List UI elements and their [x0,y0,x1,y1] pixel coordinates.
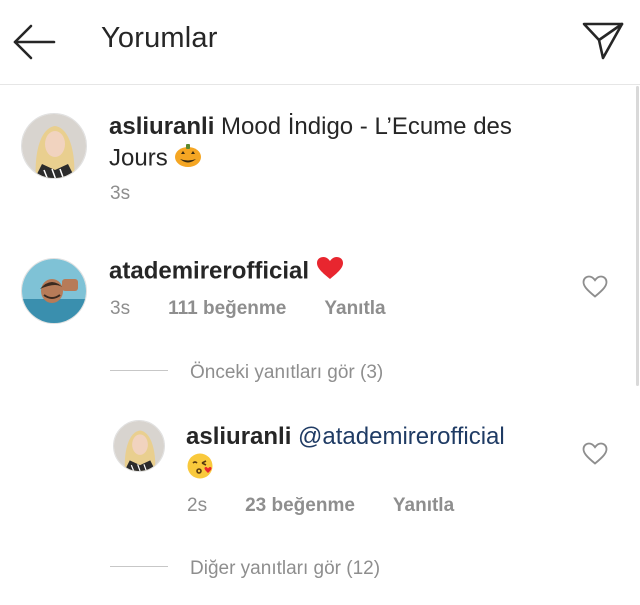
comment-like-button[interactable] [582,275,608,299]
heart-outline-icon [582,442,608,465]
page-title: Yorumlar [101,22,218,54]
avatar-photo [22,259,86,323]
reply-text: asliuranli @atademirerofficial [186,422,576,488]
reply-like-button[interactable] [582,442,608,466]
caption-body-line2: Jours [109,144,168,172]
comment-avatar[interactable] [21,258,87,324]
reply-meta: 2s 23 beğenme Yanıtla [187,495,454,517]
back-button[interactable] [12,22,58,62]
divider-line [110,566,168,568]
jack-o-lantern-icon [174,142,202,176]
reply-time: 2s [187,495,208,516]
avatar-photo [114,421,164,471]
avatar-photo [22,114,86,178]
view-previous-replies-label: Önceki yanıtları gör (3) [190,362,384,383]
share-button[interactable] [580,18,626,64]
comment-text: atademirerofficial [109,256,344,288]
arrow-left-icon [13,24,56,60]
comment-likes-link[interactable]: 111 beğenme [168,298,286,319]
reply-reply-button[interactable]: Yanıtla [393,495,454,516]
caption-username[interactable]: asliuranli [109,113,214,140]
reply-avatar[interactable] [113,420,165,472]
view-more-replies-label: Diğer yanıtları gör (12) [190,558,381,579]
view-previous-replies-button[interactable]: Önceki yanıtları gör (3) [110,362,383,384]
caption-time: 3s [110,183,131,204]
header-bar: Yorumlar [0,0,640,85]
caption-body: Mood İndigo - L’Ecume des [221,113,512,140]
caption-text: asliuranli Mood İndigo - L’Ecume des Jou… [109,112,549,176]
paper-plane-icon [582,22,624,60]
reply-username[interactable]: asliuranli [186,423,291,450]
comment-time: 3s [110,298,131,319]
comment-username[interactable]: atademirerofficial [109,257,309,284]
comment-reply-button[interactable]: Yanıtla [324,298,385,319]
view-more-replies-button[interactable]: Diğer yanıtları gör (12) [110,558,380,580]
face-blowing-a-kiss-icon [186,452,214,488]
comment-meta: 3s 111 beğenme Yanıtla [110,298,386,320]
heart-outline-icon [582,275,608,298]
divider-line [110,370,168,372]
reply-mention-link[interactable]: @atademirerofficial [298,423,505,450]
caption-avatar[interactable] [21,113,87,179]
red-heart-icon [316,256,344,288]
reply-likes-link[interactable]: 23 beğenme [245,495,355,516]
scrollbar[interactable] [636,86,639,386]
